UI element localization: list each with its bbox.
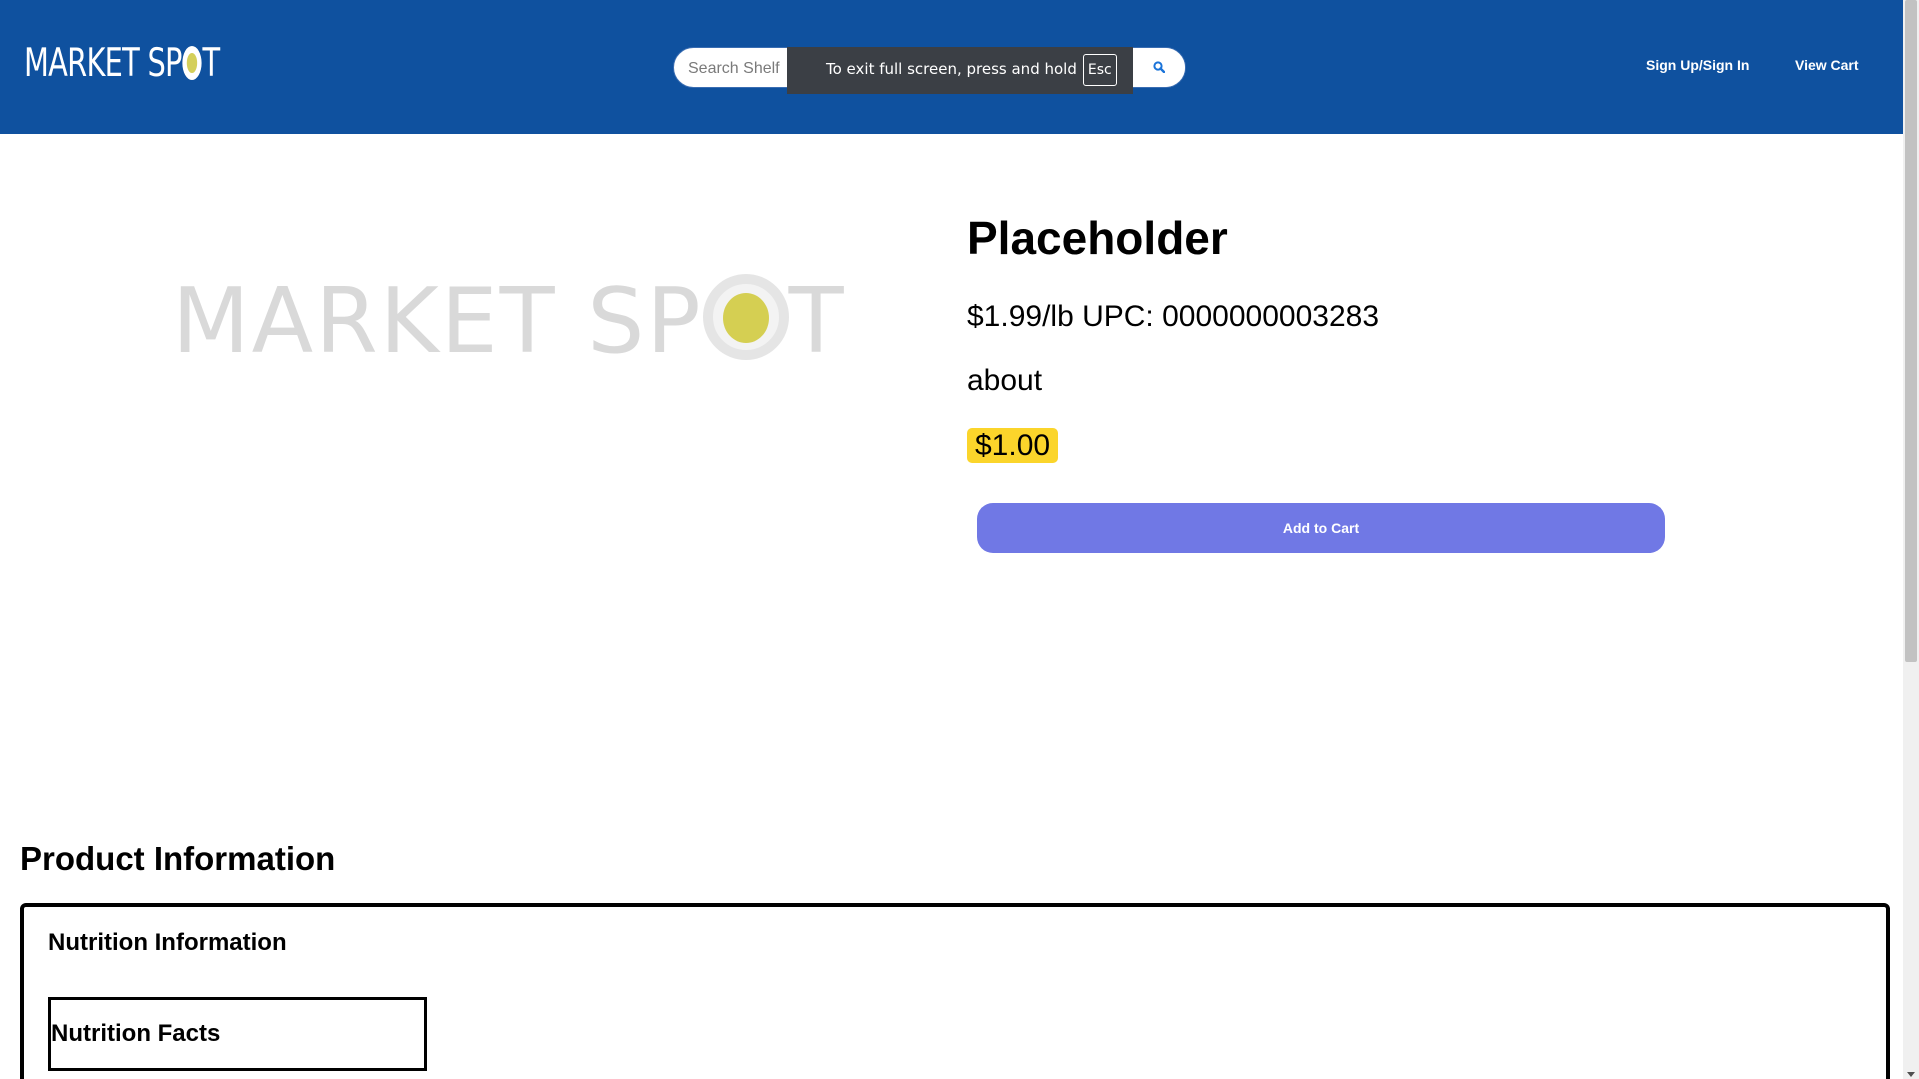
market-spot-logo[interactable]: MARKET SP T <box>24 41 220 86</box>
search-icon <box>1153 61 1165 73</box>
estimated-price-badge: $1.00 <box>967 428 1059 463</box>
scrollbar-thumb[interactable] <box>1905 0 1917 662</box>
search-button[interactable] <box>1131 48 1185 87</box>
site-header: MARKET SP T To exit full screen, press an… <box>0 0 1903 134</box>
product-title: Placeholder <box>967 212 1228 264</box>
product-information-title: Product Information <box>20 840 336 877</box>
nutrition-information-heading: Nutrition Information <box>48 929 287 956</box>
fullscreen-exit-notice: To exit full screen, press and hold Esc <box>787 47 1133 94</box>
logo-text-right: T <box>202 41 220 86</box>
product-image-text-right: T <box>788 269 846 374</box>
product-information-panel: Nutrition Information Nutrition Facts <box>20 903 1890 1079</box>
esc-key-badge: Esc <box>1082 53 1117 86</box>
about-label: about <box>967 364 1043 397</box>
product-image-text-left: MARKET SP <box>172 269 703 374</box>
add-to-cart-button[interactable]: Add to Cart <box>977 503 1665 553</box>
product-image: MARKET SP T <box>172 269 844 374</box>
nutrition-facts-box: Nutrition Facts <box>48 997 427 1071</box>
scroll-down-arrow-icon[interactable] <box>1907 1072 1915 1077</box>
nutrition-facts-title: Nutrition Facts <box>51 1020 221 1047</box>
logo-text-left: MARKET SP <box>24 41 182 86</box>
view-cart-link[interactable]: View Cart <box>1795 57 1859 73</box>
fullscreen-notice-text: To exit full screen, press and hold <box>826 60 1077 78</box>
product-image-o-icon <box>702 274 789 360</box>
logo-o-dot-icon <box>182 46 202 80</box>
sign-in-link[interactable]: Sign Up/Sign In <box>1646 57 1749 73</box>
page-scrollbar[interactable] <box>1903 0 1919 1079</box>
unit-price-upc: $1.99/lb UPC: 0000000003283 <box>967 300 1380 333</box>
